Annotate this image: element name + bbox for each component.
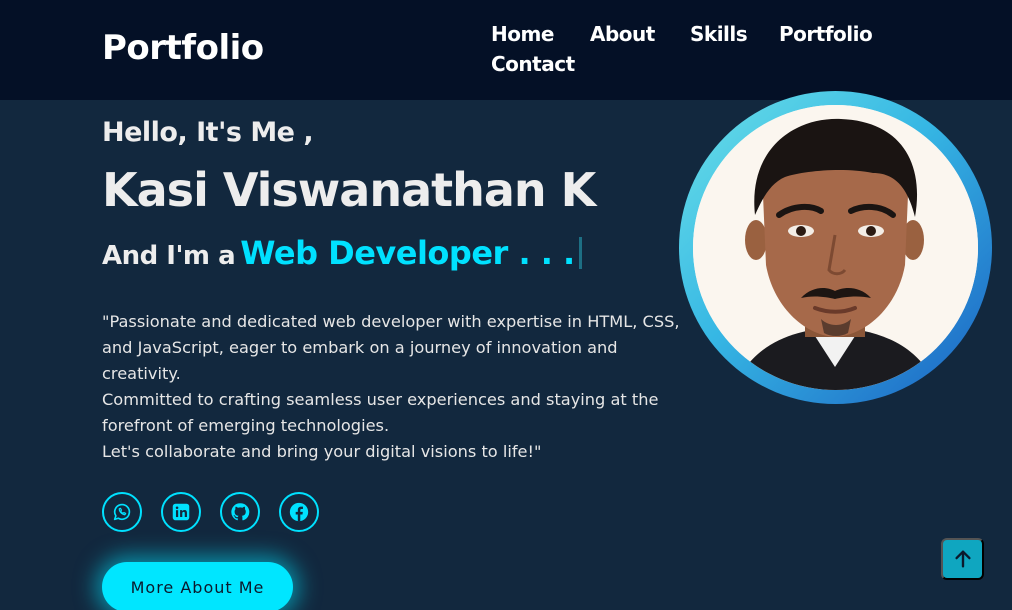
bio-line: "Passionate and dedicated web developer …	[102, 312, 680, 331]
facebook-icon	[289, 502, 309, 522]
bio-line: Let's collaborate and bring your digital…	[102, 442, 542, 461]
greeting: Hello, It's Me ,	[102, 117, 314, 148]
whatsapp-link[interactable]	[102, 492, 142, 532]
role-prefix: And I'm a	[102, 241, 236, 271]
whatsapp-icon	[113, 503, 131, 521]
scroll-to-top-button[interactable]	[941, 538, 984, 580]
role-line: And I'm a Web Developer . . .	[102, 234, 582, 272]
nav-portfolio[interactable]: Portfolio	[779, 22, 873, 46]
profile-photo	[693, 105, 978, 390]
profile-photo-frame	[679, 91, 992, 404]
bio-line: and JavaScript, eager to embark on a jou…	[102, 338, 618, 357]
hero-name: Kasi Viswanathan K	[102, 163, 596, 217]
typing-caret	[578, 237, 582, 269]
bio-text: "Passionate and dedicated web developer …	[102, 309, 702, 465]
github-link[interactable]	[220, 492, 260, 532]
hero-content: Hello, It's Me , Kasi Viswanathan K And …	[102, 0, 722, 610]
github-icon	[231, 503, 250, 521]
arrow-up-icon	[954, 550, 971, 568]
bio-line: creativity.	[102, 364, 181, 383]
more-about-me-button[interactable]: More About Me	[102, 562, 293, 610]
bio-line: forefront of emerging technologies.	[102, 416, 390, 435]
facebook-link[interactable]	[279, 492, 319, 532]
role-typed-text: Web Developer . . .	[240, 234, 575, 272]
bio-line: Committed to crafting seamless user expe…	[102, 390, 659, 409]
portrait-image	[693, 105, 978, 390]
linkedin-icon	[172, 503, 190, 521]
linkedin-link[interactable]	[161, 492, 201, 532]
